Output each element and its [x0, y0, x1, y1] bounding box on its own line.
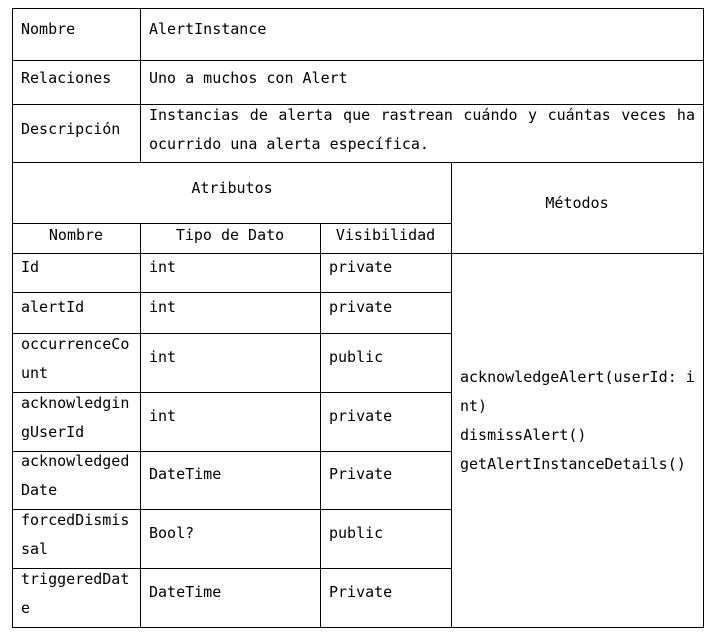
column-header-visibilidad: Visibilidad — [335, 226, 436, 244]
table-row-4-visibilidad: private — [329, 407, 393, 425]
method-acknowledge-alert: acknowledgeAlert(userId: int) — [460, 368, 695, 415]
table-row-5-visibilidad: Private — [329, 465, 393, 483]
table-row-7-tipo: DateTime — [149, 583, 222, 601]
nombre-value: AlertInstance — [149, 20, 267, 38]
table-row-1-tipo: int — [149, 258, 177, 276]
table-row-5-nombre: acknowledgedDate — [21, 452, 130, 499]
table-row-2-nombre: alertId — [21, 298, 85, 316]
table-row-2-visibilidad: private — [329, 298, 393, 316]
table-row-7-nombre: triggeredDate — [21, 570, 130, 617]
table-row-6-visibilidad: public — [329, 524, 384, 542]
table-row-3-tipo: int — [149, 348, 177, 366]
table-row-2-tipo: int — [149, 298, 177, 316]
table-row-5-tipo: DateTime — [149, 465, 222, 483]
relaciones-label: Relaciones — [21, 69, 112, 87]
column-header-nombre: Nombre — [48, 226, 104, 244]
table-row-6-nombre: forcedDismissal — [21, 511, 130, 558]
table-row-4-nombre: acknowledgingUserId — [21, 394, 130, 441]
table-row-1-visibilidad: private — [329, 258, 393, 276]
column-header-tipo: Tipo de Dato — [175, 226, 285, 244]
metodos-list: acknowledgeAlert(userId: int) dismissAle… — [451, 363, 703, 479]
table-row-6-tipo: Bool? — [149, 524, 195, 542]
nombre-label: Nombre — [21, 20, 76, 38]
metodos-title: Métodos — [545, 194, 609, 212]
descripcion-value: Instancias de alerta que rastrean cuándo… — [149, 106, 695, 153]
table-row-7-visibilidad: Private — [329, 583, 393, 601]
table-row-1-nombre: Id — [21, 258, 40, 276]
method-get-alert-instance-details: getAlertInstanceDetails() — [460, 455, 686, 473]
atributos-title: Atributos — [191, 179, 273, 197]
table-row-3-nombre: occurrenceCount — [21, 335, 130, 382]
class-spec-table: Nombre AlertInstance Relaciones Uno a mu… — [0, 0, 712, 635]
method-dismiss-alert: dismissAlert() — [460, 426, 587, 444]
descripcion-label: Descripción — [21, 120, 121, 138]
relaciones-value: Uno a muchos con Alert — [149, 69, 348, 87]
table-row-4-tipo: int — [149, 407, 177, 425]
table-row-3-visibilidad: public — [329, 348, 384, 366]
